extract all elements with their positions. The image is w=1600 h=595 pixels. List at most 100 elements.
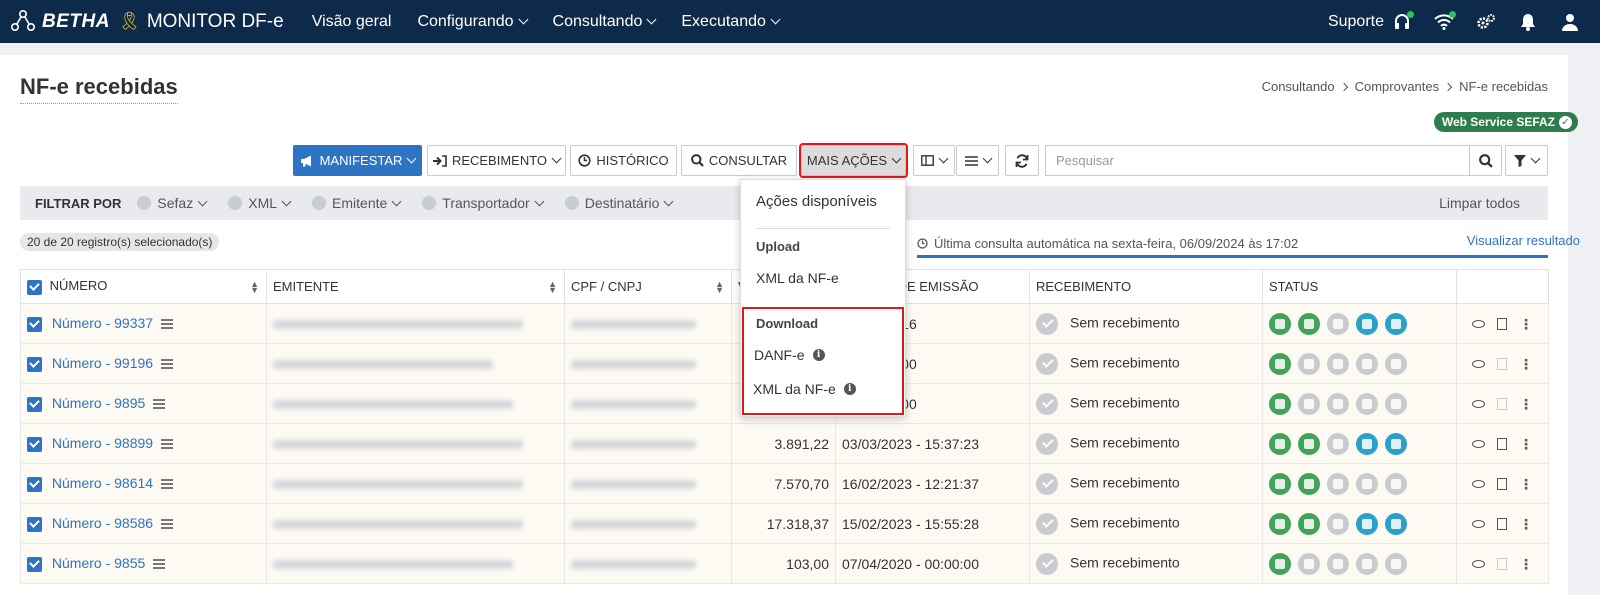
list-options-button[interactable] bbox=[956, 145, 999, 176]
pdf-icon[interactable] bbox=[1497, 517, 1507, 530]
destinatario-status-icon[interactable] bbox=[1385, 312, 1407, 335]
pdf-icon[interactable] bbox=[1497, 437, 1507, 450]
xml-status-icon[interactable] bbox=[1298, 512, 1320, 535]
sefaz-status-icon[interactable] bbox=[1269, 392, 1291, 415]
nav-executando[interactable]: Executando bbox=[681, 13, 781, 31]
upload-xml-nfe-item[interactable]: XML da NF-e bbox=[756, 270, 839, 286]
refresh-button[interactable] bbox=[1005, 145, 1039, 176]
row-checkbox[interactable] bbox=[27, 516, 42, 532]
filter-transportador[interactable]: Transportador bbox=[422, 195, 545, 211]
destinatario-status-icon[interactable] bbox=[1385, 552, 1407, 575]
eye-icon[interactable] bbox=[1472, 479, 1485, 488]
emitente-status-icon[interactable] bbox=[1327, 392, 1349, 415]
sefaz-status-icon[interactable] bbox=[1269, 472, 1291, 495]
support-link[interactable]: Suporte bbox=[1328, 13, 1384, 31]
transportador-status-icon[interactable] bbox=[1356, 392, 1378, 415]
server-icon[interactable] bbox=[161, 519, 174, 530]
server-icon[interactable] bbox=[161, 479, 174, 490]
row-checkbox[interactable] bbox=[27, 436, 42, 452]
breadcrumb-item[interactable]: Consultando bbox=[1262, 79, 1335, 94]
filter-sefaz[interactable]: Sefaz bbox=[137, 195, 208, 211]
historico-button[interactable]: HISTÓRICO bbox=[570, 145, 677, 176]
pdf-icon[interactable] bbox=[1497, 477, 1507, 490]
xml-status-icon[interactable] bbox=[1298, 312, 1320, 335]
transportador-status-icon[interactable] bbox=[1356, 312, 1378, 335]
select-all-checkbox[interactable] bbox=[27, 279, 42, 295]
emitente-status-icon[interactable] bbox=[1327, 432, 1349, 455]
advanced-filter-button[interactable] bbox=[1505, 145, 1548, 176]
more-options-icon[interactable]: ⋮ bbox=[1519, 317, 1533, 331]
more-options-icon[interactable]: ⋮ bbox=[1519, 477, 1533, 491]
manifestar-button[interactable]: MANIFESTAR bbox=[293, 145, 422, 176]
search-button[interactable] bbox=[1469, 145, 1502, 176]
table-row[interactable]: Número - 98586 17.318,37 15/02/2023 - 15:5… bbox=[20, 503, 1549, 544]
destinatario-status-icon[interactable] bbox=[1385, 432, 1407, 455]
col-cpf-cnpj[interactable]: CPF / CNPJ ▲ ▼ bbox=[564, 269, 732, 304]
more-options-icon[interactable]: ⋮ bbox=[1519, 437, 1533, 451]
numero-link[interactable]: Número - 98586 bbox=[52, 515, 153, 531]
table-row[interactable]: Número - 9855 103,00 07/04/2020 - 00:00:00… bbox=[20, 543, 1549, 584]
more-options-icon[interactable]: ⋮ bbox=[1519, 397, 1533, 411]
row-checkbox[interactable] bbox=[27, 356, 42, 372]
eye-icon[interactable] bbox=[1472, 519, 1485, 528]
xml-status-icon[interactable] bbox=[1298, 352, 1320, 375]
clear-filters-link[interactable]: Limpar todos bbox=[1439, 195, 1520, 211]
numero-link[interactable]: Número - 99337 bbox=[52, 315, 153, 331]
web-service-status-badge[interactable]: Web Service SEFAZ ✓ bbox=[1433, 112, 1578, 132]
col-recebimento[interactable]: RECEBIMENTO bbox=[1029, 269, 1263, 304]
sefaz-status-icon[interactable] bbox=[1269, 512, 1291, 535]
emitente-status-icon[interactable] bbox=[1327, 512, 1349, 535]
sefaz-status-icon[interactable] bbox=[1269, 552, 1291, 575]
eye-icon[interactable] bbox=[1472, 359, 1485, 368]
eye-icon[interactable] bbox=[1472, 319, 1485, 328]
row-checkbox[interactable] bbox=[27, 476, 42, 492]
settings-gears-icon[interactable] bbox=[1474, 10, 1498, 34]
consultar-button[interactable]: CONSULTAR bbox=[681, 145, 797, 176]
emitente-status-icon[interactable] bbox=[1327, 312, 1349, 335]
bell-icon[interactable] bbox=[1516, 10, 1540, 34]
destinatario-status-icon[interactable] bbox=[1385, 472, 1407, 495]
transportador-status-icon[interactable] bbox=[1356, 432, 1378, 455]
nav-configurando[interactable]: Configurando bbox=[417, 13, 528, 31]
transportador-status-icon[interactable] bbox=[1356, 352, 1378, 375]
more-options-icon[interactable]: ⋮ bbox=[1519, 357, 1533, 371]
col-numero[interactable]: NÚMERO ▲ ▼ bbox=[20, 269, 267, 304]
numero-link[interactable]: Número - 9895 bbox=[52, 395, 145, 411]
view-result-link[interactable]: Visualizar resultado bbox=[1467, 233, 1580, 248]
xml-status-icon[interactable] bbox=[1298, 552, 1320, 575]
numero-link[interactable]: Número - 98614 bbox=[52, 475, 153, 491]
destinatario-status-icon[interactable] bbox=[1385, 352, 1407, 375]
row-checkbox[interactable] bbox=[27, 556, 42, 572]
row-checkbox[interactable] bbox=[27, 396, 42, 412]
eye-icon[interactable] bbox=[1472, 559, 1485, 568]
recebimento-button[interactable]: RECEBIMENTO bbox=[427, 145, 566, 176]
emitente-status-icon[interactable] bbox=[1327, 552, 1349, 575]
col-emitente[interactable]: EMITENTE ▲ ▼ bbox=[266, 269, 565, 304]
breadcrumb-item[interactable]: Comprovantes bbox=[1355, 79, 1440, 94]
columns-toggle-button[interactable] bbox=[913, 145, 955, 176]
filter-emitente[interactable]: Emitente bbox=[312, 195, 402, 211]
destinatario-status-icon[interactable] bbox=[1385, 512, 1407, 535]
server-icon[interactable] bbox=[153, 399, 166, 410]
xml-status-icon[interactable] bbox=[1298, 392, 1320, 415]
server-icon[interactable] bbox=[161, 439, 174, 450]
headset-icon[interactable] bbox=[1390, 10, 1414, 34]
xml-status-icon[interactable] bbox=[1298, 472, 1320, 495]
numero-link[interactable]: Número - 98899 bbox=[52, 435, 153, 451]
search-input[interactable]: Pesquisar bbox=[1045, 145, 1470, 176]
server-icon[interactable] bbox=[161, 319, 174, 330]
table-row[interactable]: Número - 98614 7.570,70 16/02/2023 - 12:21… bbox=[20, 463, 1549, 504]
more-options-icon[interactable]: ⋮ bbox=[1519, 557, 1533, 571]
nav-visao-geral[interactable]: Visão geral bbox=[312, 13, 392, 31]
wifi-icon[interactable] bbox=[1432, 10, 1456, 34]
brand[interactable]: BETHA 🎗 MONITOR DF-e bbox=[10, 9, 284, 35]
pdf-icon[interactable] bbox=[1497, 317, 1507, 330]
numero-link[interactable]: Número - 9855 bbox=[52, 555, 145, 571]
table-row[interactable]: Número - 98899 3.891,22 03/03/2023 - 15:37… bbox=[20, 423, 1549, 464]
destinatario-status-icon[interactable] bbox=[1385, 392, 1407, 415]
transportador-status-icon[interactable] bbox=[1356, 552, 1378, 575]
more-options-icon[interactable]: ⋮ bbox=[1519, 517, 1533, 531]
transportador-status-icon[interactable] bbox=[1356, 512, 1378, 535]
filter-xml[interactable]: XML bbox=[228, 195, 292, 211]
row-checkbox[interactable] bbox=[27, 316, 42, 332]
